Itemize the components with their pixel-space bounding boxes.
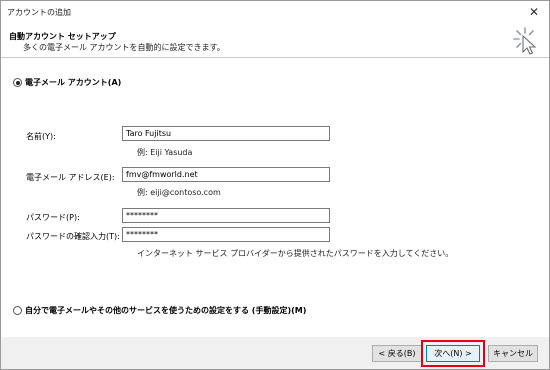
password-confirm-input[interactable]: ********: [122, 227, 330, 242]
dialog-footer: < 戻る(B) 次へ(N) > キャンセル: [1, 337, 549, 369]
email-account-label[interactable]: 電子メール アカウント(A): [25, 77, 121, 88]
name-example: 例: Eiji Yasuda: [137, 148, 193, 157]
name-input[interactable]: Taro Fujitsu: [122, 126, 330, 141]
close-icon[interactable]: ✕: [525, 4, 543, 20]
back-button[interactable]: < 戻る(B): [372, 345, 422, 362]
window-title: アカウントの追加: [7, 8, 71, 17]
header-subtitle: 多くの電子メール アカウントを自動的に設定できます。: [23, 43, 225, 52]
next-button-highlight: [421, 340, 485, 367]
password-label: パスワード(P):: [26, 213, 80, 222]
email-account-radio[interactable]: [13, 78, 22, 87]
password-note: インターネット サービス プロバイダーから提供されたパスワードを入力してください…: [137, 249, 454, 258]
add-account-dialog: アカウントの追加 ✕ 自動アカウント セットアップ 多くの電子メール アカウント…: [0, 0, 550, 370]
title-bar: アカウントの追加 ✕: [1, 1, 549, 23]
email-example: 例: eiji@contoso.com: [137, 188, 221, 197]
manual-setup-radio[interactable]: [13, 306, 22, 315]
email-input[interactable]: fmv@fmworld.net: [122, 167, 330, 182]
email-label: 電子メール アドレス(E):: [26, 173, 115, 182]
cancel-button[interactable]: キャンセル: [488, 345, 538, 362]
wizard-cursor-icon: [513, 27, 537, 55]
password-input[interactable]: ********: [122, 208, 330, 223]
header-separator: [1, 57, 549, 58]
wizard-header: 自動アカウント セットアップ 多くの電子メール アカウントを自動的に設定できます…: [1, 23, 549, 57]
manual-setup-label[interactable]: 自分で電子メールやその他のサービスを使うための設定をする (手動設定)(M): [25, 305, 306, 316]
password-confirm-label: パスワードの確認入力(T):: [26, 232, 120, 241]
name-label: 名前(Y):: [26, 132, 56, 141]
header-title: 自動アカウント セットアップ: [9, 32, 116, 41]
